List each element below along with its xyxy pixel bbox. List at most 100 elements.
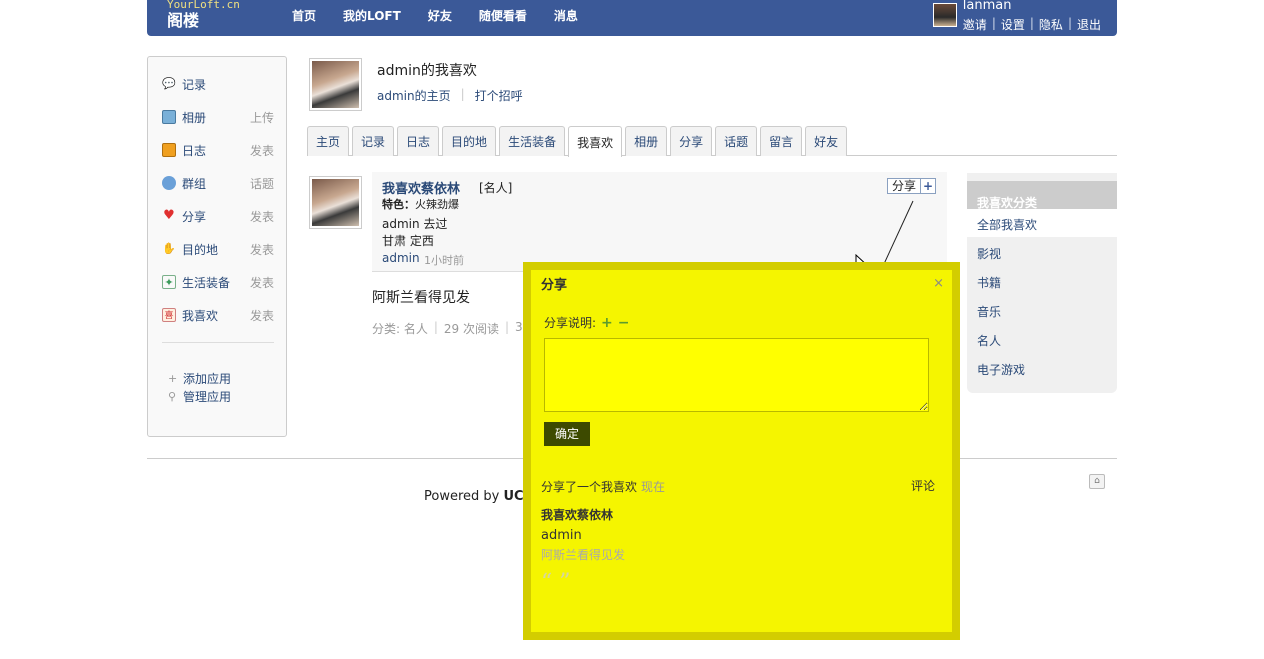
expand-plus-icon[interactable]: + [601,316,613,330]
separator: | [1067,16,1072,30]
nav-my-loft[interactable]: 我的LOFT [343,7,401,24]
separator: | [1029,16,1034,30]
logout-link[interactable]: 退出 [1077,16,1101,33]
notebook-icon [162,143,176,157]
tab-likes[interactable]: 我喜欢 [568,126,623,157]
invite-link[interactable]: 邀请 [963,16,987,33]
close-icon[interactable]: × [933,276,944,291]
gear-icon: ✦ [162,275,176,289]
tab-album[interactable]: 相册 [625,126,668,156]
sidebar-item-label: 分享 [182,209,207,224]
preview-author: admin [541,528,582,543]
tab-destination[interactable]: 目的地 [442,126,497,156]
share-dialog-body: 分享 × 分享说明: + − 确定 分享了一个我喜欢 现在 评论 我喜欢蔡依林 a… [531,270,952,632]
description-label: 分享说明: [544,316,597,330]
tab-record[interactable]: 记录 [352,126,395,156]
sidebar-divider [162,342,274,343]
sidebar-item-action[interactable]: 话题 [250,175,274,192]
feed-title[interactable]: 我喜欢蔡依林 [382,178,460,197]
separator: | [991,16,996,30]
shared-text: 分享了一个我喜欢 [541,480,638,494]
feed-time: 1小时前 [424,254,464,267]
back-to-top-icon[interactable]: ⌂ [1089,474,1105,489]
sidebar-item-action[interactable]: 发表 [250,241,274,258]
sidebar-item-likes[interactable]: 喜 我喜欢 发表 [162,305,274,325]
privacy-link[interactable]: 隐私 [1039,16,1063,33]
user-box: lanman 邀请 | 设置 | 隐私 | 退出 [932,0,1101,33]
sidebar-item-share[interactable]: ♥ 分享 发表 [162,206,274,226]
share-button[interactable]: 分享 + [887,178,937,194]
manage-app-link[interactable]: ⚲ 管理应用 [168,388,231,405]
add-app-link[interactable]: + 添加应用 [168,370,231,387]
separator: | [505,320,510,334]
profile-avatar[interactable] [309,58,362,111]
tab-home[interactable]: 主页 [307,126,350,156]
site-logo[interactable]: YourLoft.cn 阁楼 [167,0,240,31]
sidebar-item-gear[interactable]: ✦ 生活装备 发表 [162,272,274,292]
sidebar-item-label: 我喜欢 [182,308,219,323]
preview-title: 我喜欢蔡依林 [541,508,614,522]
sidebar-item-destination[interactable]: ✋ 目的地 发表 [162,239,274,259]
nav-messages[interactable]: 消息 [554,7,578,24]
add-app-label: 添加应用 [183,372,232,386]
sidebar-item-record[interactable]: 💬 记录 [162,74,274,94]
tab-topic[interactable]: 话题 [715,126,758,156]
category-panel: 我喜欢分类 全部我喜欢 影视 书籍 音乐 名人 电子游戏 [967,173,1117,393]
avatar-photo [312,61,359,108]
category-film[interactable]: 影视 [977,245,1001,262]
collapse-minus-icon[interactable]: − [618,316,630,330]
profile-links: admin的主页 | 打个招呼 [377,87,523,104]
sidebar-item-action[interactable]: 发表 [250,208,274,225]
feed-feature: 特色：火辣劲爆 [382,196,459,212]
powered-brand[interactable]: UC [503,489,523,504]
people-icon [162,176,176,190]
nav-home[interactable]: 首页 [292,7,316,24]
sidebar-item-group[interactable]: 群组 话题 [162,173,274,193]
sidebar-item-label: 群组 [182,176,207,191]
nav-friends[interactable]: 好友 [428,7,452,24]
comment-link[interactable]: 评论 [911,477,935,494]
dialog-title: 分享 [541,278,568,293]
tab-share[interactable]: 分享 [670,126,713,156]
shared-time: 现在 [641,480,666,494]
nav-browse[interactable]: 随便看看 [479,7,527,24]
like-icon: 喜 [162,308,176,322]
category-games[interactable]: 电子游戏 [977,361,1025,378]
logo-domain: YourLoft.cn [167,0,240,11]
tab-friends[interactable]: 好友 [805,126,848,156]
share-preview-line: 分享了一个我喜欢 现在 [541,478,665,495]
meta-category[interactable]: 分类: 名人 [372,320,428,337]
sidebar-item-blog[interactable]: 日志 发表 [162,140,274,160]
category-all[interactable]: 全部我喜欢 [977,216,1037,233]
logo-name: 阁楼 [167,11,200,30]
meta-more: 3 [515,320,523,334]
photo-icon [162,110,176,124]
app-sidebar: 💬 记录 相册 上传 日志 发表 群组 话题 ♥ 分享 发表 ✋ 目的地 发表 … [147,56,287,437]
main-nav: 首页 我的LOFT 好友 随便看看 消息 [292,7,605,24]
category-books[interactable]: 书籍 [977,274,1001,291]
confirm-button[interactable]: 确定 [544,422,590,446]
tab-gear[interactable]: 生活装备 [499,126,566,156]
greet-link[interactable]: 打个招呼 [475,87,523,104]
tab-blog[interactable]: 日志 [397,126,440,156]
sidebar-item-action[interactable]: 发表 [250,307,274,324]
feed-author[interactable]: admin [382,251,420,265]
tab-guestbook[interactable]: 留言 [760,126,803,156]
share-description-input[interactable] [544,338,929,412]
sidebar-item-action[interactable]: 发表 [250,142,274,159]
feature-label: 特色： [382,198,415,211]
sidebar-item-action[interactable]: 发表 [250,274,274,291]
category-music[interactable]: 音乐 [977,303,1001,320]
category-celebrity[interactable]: 名人 [977,332,1001,349]
sidebar-item-action[interactable]: 上传 [250,109,274,126]
feed-avatar[interactable] [309,176,362,229]
settings-link[interactable]: 设置 [1001,16,1025,33]
sidebar-item-album[interactable]: 相册 上传 [162,107,274,127]
feed-line: 甘肃 定西 [382,234,434,248]
username[interactable]: lanman [963,0,1101,12]
manage-app-label: 管理应用 [183,390,232,404]
top-header: YourLoft.cn 阁楼 首页 我的LOFT 好友 随便看看 消息 lanm… [147,0,1117,36]
user-avatar[interactable] [932,3,957,27]
sidebar-item-label: 目的地 [182,242,219,257]
profile-home-link[interactable]: admin的主页 [377,87,451,104]
